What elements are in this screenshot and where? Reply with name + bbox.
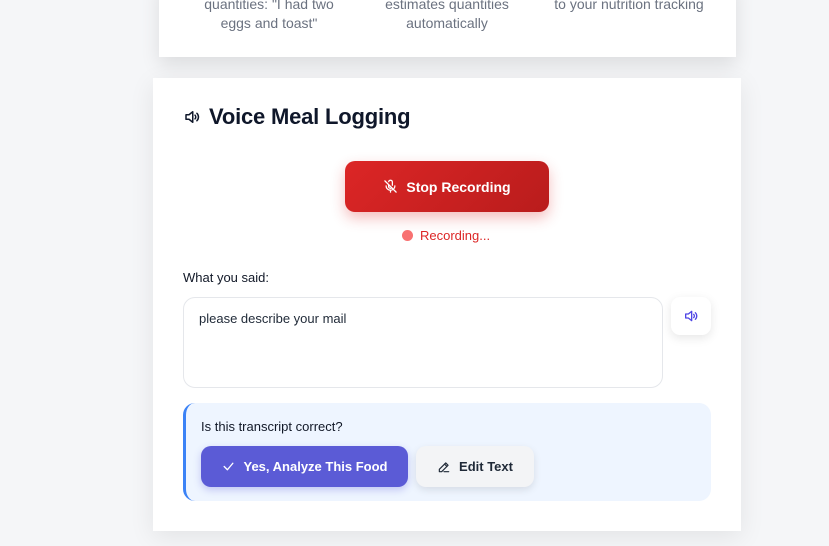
voice-meal-logging-card: Voice Meal Logging Stop Recording Record… [153, 78, 741, 531]
edit-text-button[interactable]: Edit Text [416, 446, 534, 487]
features-card: quantities: "I had two eggs and toast" e… [159, 0, 736, 57]
card-title: Voice Meal Logging [209, 104, 411, 129]
mic-off-icon [383, 179, 399, 195]
pencil-icon [437, 459, 452, 474]
stop-recording-button[interactable]: Stop Recording [345, 161, 549, 212]
transcript-confirmation: Is this transcript correct? Yes, Analyze… [183, 403, 711, 501]
feature-text-1: quantities: "I had two eggs and toast" [204, 0, 334, 31]
analyze-food-label: Yes, Analyze This Food [243, 459, 388, 474]
play-transcript-button[interactable] [671, 297, 711, 335]
transcript-textarea[interactable] [183, 297, 663, 388]
feature-text-2: estimates quantities automatically [385, 0, 509, 31]
recording-status-text: Recording... [420, 228, 491, 243]
recording-status: Recording... [402, 228, 490, 243]
stop-recording-label: Stop Recording [406, 178, 511, 195]
speaker-icon [683, 308, 699, 324]
check-icon [222, 460, 236, 474]
confirm-question: Is this transcript correct? [201, 419, 343, 434]
edit-text-label: Edit Text [459, 459, 513, 474]
speaker-icon [183, 107, 203, 127]
transcript-label: What you said: [183, 270, 269, 285]
card-header: Voice Meal Logging [183, 104, 411, 130]
recording-dot-icon [402, 230, 413, 241]
feature-text-3: to your nutrition tracking [554, 0, 704, 12]
analyze-food-button[interactable]: Yes, Analyze This Food [201, 446, 408, 487]
